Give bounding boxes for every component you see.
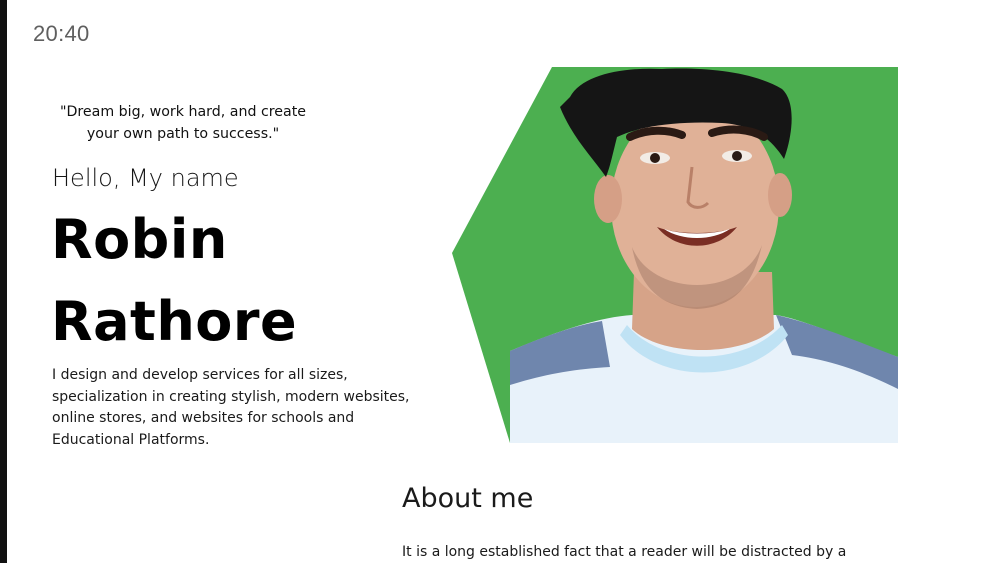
about-heading: About me [402,483,534,514]
right-ear [768,173,792,217]
status-bar-time: 20:40 [33,21,90,46]
hero-first-name: Robin [51,208,228,271]
hero-greeting: Hello, My name [52,164,239,192]
left-pupil [650,153,660,163]
about-paragraph: It is a long established fact that a rea… [402,544,847,560]
right-pupil [732,151,742,161]
hero-quote: "Dream big, work hard, and create your o… [59,104,307,142]
profile-photo [452,67,898,443]
hero-intro: I design and develop services for all si… [52,367,410,448]
device-bezel [0,0,7,563]
left-ear [594,175,622,223]
hero-last-name: Rathore [51,290,298,353]
app-screen: 20:40 "Dream big, work hard, and create … [0,0,996,563]
